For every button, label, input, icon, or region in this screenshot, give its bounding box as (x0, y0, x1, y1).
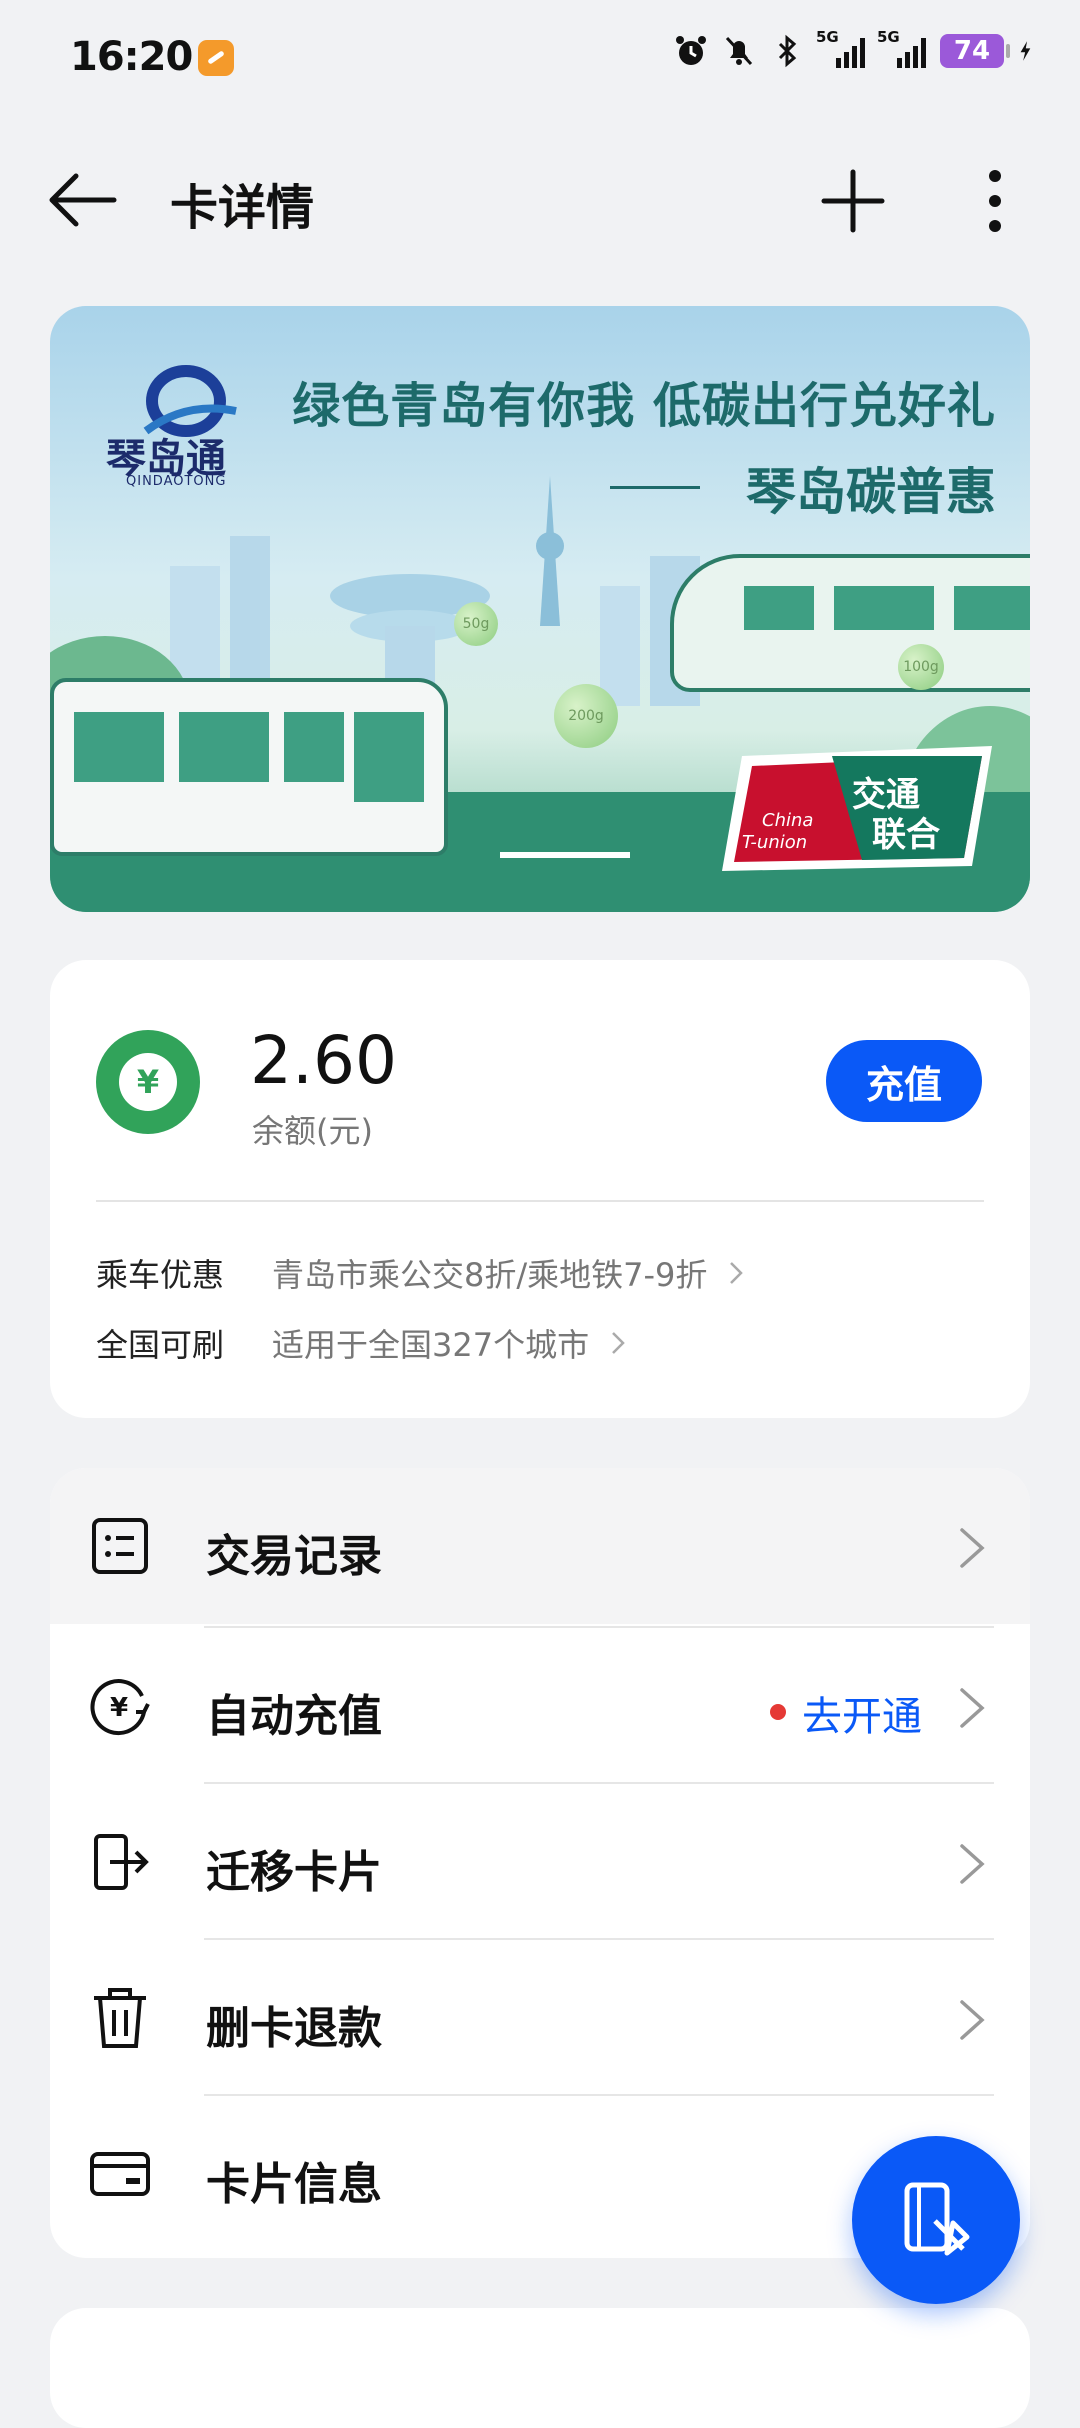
menu-label: 卡片信息 (206, 2159, 382, 2210)
top-up-button[interactable]: 充值 (826, 1040, 982, 1122)
status-icons: 5G 5G 74 (674, 28, 1040, 68)
auto-recharge-icon: ¥ (90, 1679, 150, 1735)
svg-text:联合: 联合 (872, 815, 940, 855)
china-t-union-logo: 交通 联合 China T-union (722, 746, 992, 871)
divider (96, 1200, 984, 1202)
chevron-right-icon (960, 1688, 985, 1728)
balance-card: ¥ 2.60 余额(元) 充值 乘车优惠 青岛市乘公交8折/乘地铁7-9折 全国… (50, 960, 1030, 1418)
activate-link[interactable]: 去开通 (802, 1684, 922, 1742)
nationwide-value: 适用于全国327个城市 (272, 1326, 590, 1364)
nationwide-row[interactable]: 全国可刷 适用于全国327个城市 (96, 1320, 625, 1366)
back-arrow-icon[interactable] (44, 170, 124, 230)
charging-icon (1020, 41, 1031, 61)
menu-label: 自动充值 (206, 1691, 382, 1742)
carbon-bubble: 100g (898, 644, 944, 690)
app-bar: 卡详情 (0, 150, 1080, 250)
card-brand-name: 琴岛碳普惠 (746, 463, 996, 521)
discount-value: 青岛市乘公交8折/乘地铁7-9折 (272, 1256, 708, 1294)
signal-icon: 5G (816, 28, 865, 68)
balance-yen-icon: ¥ (96, 1030, 200, 1134)
bluetooth-icon (778, 34, 797, 68)
logo-subtext: QINDAOTONG (126, 474, 227, 489)
more-content-card (50, 2308, 1030, 2428)
menu-label: 迁移卡片 (206, 1847, 382, 1898)
app-notification-icon (198, 40, 234, 76)
network-type-label: 5G (816, 28, 839, 46)
bus-illustration (50, 678, 448, 856)
network-type-label: 5G (877, 28, 900, 46)
mute-bell-icon (725, 36, 753, 66)
transit-card-image[interactable]: 琴岛通 QINDAOTONG 绿色青岛有你我 低碳出行兑好礼 琴岛碳普惠 50g… (50, 306, 1030, 912)
alarm-icon (676, 36, 706, 65)
svg-text:¥: ¥ (110, 1693, 128, 1723)
balance-label: 余额(元) (252, 1112, 373, 1150)
plus-icon[interactable] (818, 166, 888, 236)
carbon-bubble: 200g (554, 684, 618, 748)
nfc-swipe-button[interactable] (852, 2136, 1020, 2304)
menu-item-auto-recharge[interactable]: ¥ 自动充值 去开通 (50, 1628, 1030, 1784)
carbon-bubble: 50g (454, 602, 498, 646)
chevron-right-icon (960, 1844, 985, 1884)
chevron-right-icon (960, 2000, 985, 2040)
menu-item-transactions[interactable]: 交易记录 (50, 1468, 1030, 1624)
battery-icon: 74 (940, 34, 1010, 68)
signal-icon: 5G (877, 28, 926, 68)
slogan-dash (610, 486, 700, 489)
menu-label: 交易记录 (206, 1531, 382, 1582)
nationwide-key: 全国可刷 (96, 1326, 225, 1364)
chevron-right-icon (730, 1262, 744, 1284)
menu-label: 删卡退款 (206, 2003, 382, 2054)
card-actions-list: 交易记录 ¥ 自动充值 去开通 迁移卡片 删卡退款 卡片信息 (50, 1468, 1030, 2258)
status-bar: 16:20 5G 5G 74 (0, 0, 1080, 120)
transfer-card-icon (94, 1834, 149, 1890)
nfc-card-icon (904, 2182, 970, 2256)
page-title: 卡详情 (170, 180, 315, 236)
card-slogan: 绿色青岛有你我 低碳出行兑好礼 (292, 378, 996, 434)
status-time: 16:20 (70, 34, 193, 80)
menu-item-delete-refund[interactable]: 删卡退款 (50, 1940, 1030, 2096)
menu-item-transfer-card[interactable]: 迁移卡片 (50, 1784, 1030, 1940)
svg-text:T-union: T-union (742, 832, 807, 853)
discount-row[interactable]: 乘车优惠 青岛市乘公交8折/乘地铁7-9折 (96, 1250, 744, 1296)
discount-key: 乘车优惠 (96, 1256, 225, 1294)
list-icon (92, 1518, 148, 1574)
more-vertical-icon[interactable] (970, 166, 1020, 236)
balance-amount: 2.60 (250, 1022, 397, 1099)
svg-text:交通: 交通 (852, 775, 920, 815)
chevron-right-icon (960, 1528, 985, 1568)
city-skyline-illustration (170, 476, 700, 706)
card-info-icon (90, 2152, 150, 2196)
chevron-right-icon (612, 1332, 625, 1354)
trash-icon (94, 1988, 146, 2048)
metro-train-illustration (670, 554, 1030, 692)
new-badge-dot (770, 1704, 786, 1720)
svg-text:China: China (762, 810, 813, 831)
